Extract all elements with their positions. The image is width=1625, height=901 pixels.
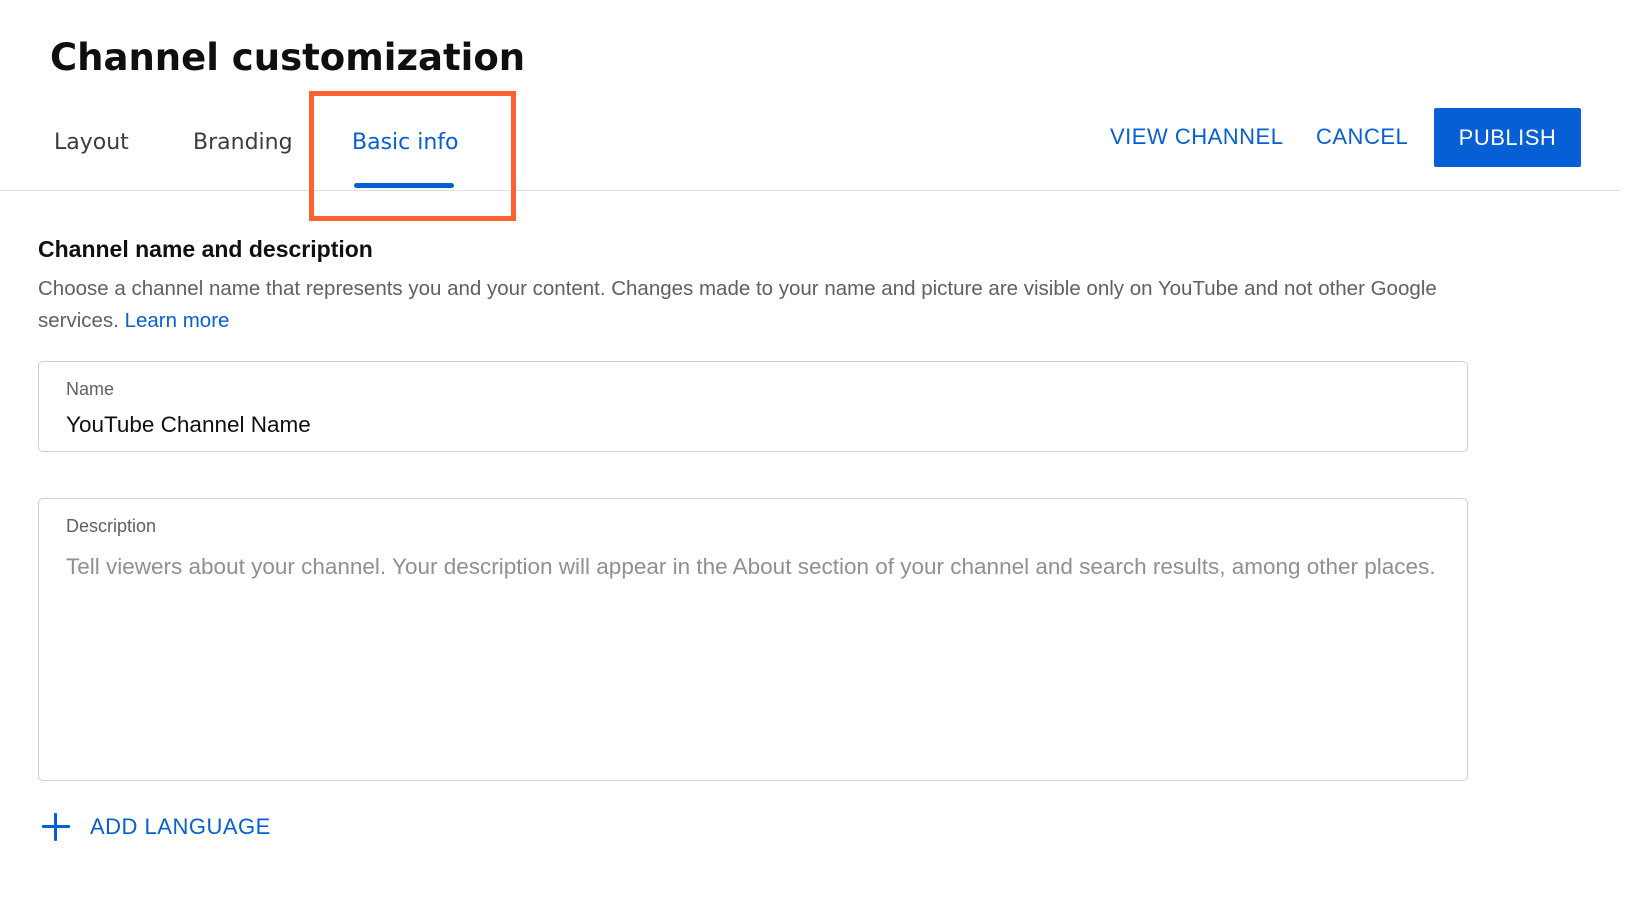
plus-icon [42,813,70,841]
name-field-label: Name [66,379,115,399]
publish-button[interactable]: PUBLISH [1434,108,1581,167]
tab-divider [0,190,1620,191]
description-field-label: Description [66,516,157,536]
highlight-box [309,91,516,221]
page-title: Channel customization [50,36,526,79]
channel-customization-page: Channel customization Layout Branding Ba… [0,0,1625,901]
add-language-label: ADD LANGUAGE [90,814,271,839]
description-field[interactable]: Description [38,498,1468,781]
tab-layout[interactable]: Layout [54,130,129,155]
view-channel-button[interactable]: VIEW CHANNEL [1110,124,1283,150]
description-textarea[interactable] [66,547,1446,767]
section-description: Choose a channel name that represents yo… [38,273,1458,337]
section-description-text: Choose a channel name that represents yo… [38,277,1437,332]
name-input[interactable] [66,412,1436,438]
name-field[interactable]: Name [38,361,1468,452]
tab-branding[interactable]: Branding [193,130,293,155]
add-language-button[interactable]: ADD LANGUAGE [42,810,271,844]
cancel-button[interactable]: CANCEL [1316,124,1408,150]
section-title: Channel name and description [38,236,373,262]
learn-more-link[interactable]: Learn more [125,309,230,332]
